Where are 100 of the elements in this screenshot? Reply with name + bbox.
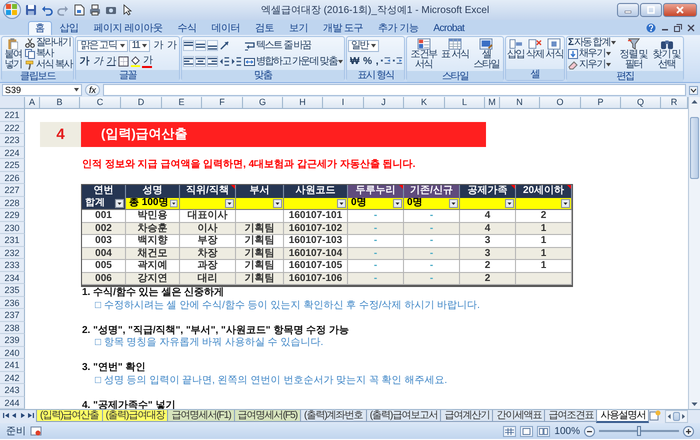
normal-view-button[interactable] (503, 426, 516, 436)
scroll-left-icon[interactable] (666, 412, 674, 421)
font-name-field[interactable]: 맑은 고딕 (77, 40, 128, 52)
sheet-tab[interactable]: 사용설명서 (596, 410, 650, 423)
filter-dropdown-button[interactable] (393, 198, 402, 208)
clear-button[interactable]: 지우기 (568, 60, 616, 70)
row-header[interactable]: 238 (0, 322, 25, 334)
zoom-out-button[interactable] (584, 426, 595, 436)
scrollbar-thumb[interactable] (690, 117, 699, 179)
row-header[interactable]: 234 (0, 272, 25, 284)
row-header[interactable]: 236 (0, 296, 25, 309)
column-header[interactable]: F (202, 97, 243, 109)
insert-sheet-icon[interactable] (649, 410, 662, 421)
ribbon-tab[interactable]: 검토 (248, 21, 281, 35)
column-header[interactable]: P (581, 97, 621, 109)
scroll-right-icon[interactable] (680, 412, 687, 421)
scrollbar-thumb[interactable] (673, 412, 680, 421)
row-header[interactable]: 223 (0, 134, 25, 146)
ribbon-tab[interactable]: 보기 (282, 21, 315, 35)
row-header[interactable]: 244 (0, 396, 25, 409)
number-format-button[interactable]: ₩ (348, 55, 360, 68)
font-size-field[interactable]: 11 (128, 40, 150, 52)
ribbon-tab[interactable]: 수식 (170, 21, 204, 35)
column-header[interactable]: E (162, 97, 202, 109)
sheet-tab[interactable]: 급여명세서(F1) (167, 410, 235, 422)
border-icon[interactable] (118, 56, 130, 67)
vertical-scrollbar[interactable] (688, 97, 700, 409)
number-format-field[interactable]: 일반 (348, 40, 380, 52)
autosum-button[interactable]: Σ자동 합계 (568, 38, 616, 48)
filter-dropdown-button[interactable] (225, 198, 234, 208)
cells-button[interactable]: 삭제 (526, 38, 544, 60)
column-header[interactable]: C (80, 97, 121, 109)
help-icon[interactable] (646, 23, 656, 33)
column-header[interactable]: M (485, 97, 500, 109)
italic-button[interactable]: 가 (90, 55, 104, 68)
row-header[interactable]: 240 (0, 346, 25, 359)
filter-dropdown-button[interactable] (561, 198, 570, 208)
wrap-text-button[interactable]: 텍스트 줄 바꿈 (244, 38, 344, 53)
previous-sheet-icon[interactable] (11, 412, 18, 419)
filter-dropdown-button[interactable] (449, 198, 458, 208)
copy-button[interactable]: 복사 (25, 49, 72, 59)
undo-icon[interactable] (41, 4, 53, 16)
number-format-button[interactable]: % (361, 55, 373, 68)
cut-button[interactable]: 잘라내기 (25, 38, 72, 48)
fill-button[interactable]: 채우기 (568, 49, 616, 59)
row-header[interactable]: 243 (0, 384, 25, 396)
maximize-button[interactable] (640, 3, 662, 17)
printer-icon[interactable] (89, 4, 101, 16)
column-header[interactable]: J (364, 97, 404, 109)
shrink-font-button[interactable]: 가 (165, 39, 178, 52)
document-icon[interactable] (73, 4, 85, 16)
save-icon[interactable] (25, 4, 37, 16)
ribbon-tab[interactable]: 추가 기능 (371, 21, 426, 35)
horizontal-scrollbar[interactable] (665, 410, 688, 423)
row-header[interactable]: 232 (0, 246, 25, 259)
style-button[interactable]: 셀 스타일 (470, 38, 502, 70)
column-header[interactable]: N (500, 97, 540, 109)
row-header[interactable]: 221 (0, 109, 25, 122)
column-header[interactable]: Q (621, 97, 661, 109)
filter-dropdown-button[interactable] (273, 198, 282, 208)
row-header[interactable]: 239 (0, 334, 25, 346)
sheet-tab[interactable]: 급여계산기 (440, 410, 494, 422)
restore-icon[interactable] (674, 24, 682, 32)
sheet-tab[interactable]: (출력)급여보고서 (366, 410, 442, 422)
slider-thumb[interactable] (637, 426, 641, 436)
zoom-in-button[interactable] (683, 426, 694, 436)
merge-center-button[interactable]: 병합하고 가운데 맞춤 (244, 54, 344, 69)
number-format-button[interactable]: , (374, 55, 380, 68)
column-header[interactable]: B (40, 97, 80, 109)
decrease-indent-icon[interactable] (218, 56, 230, 67)
sheet-tab[interactable]: (출력)급여대장 (102, 410, 168, 422)
filter-dropdown-button[interactable] (115, 198, 124, 208)
column-header[interactable]: D (121, 97, 162, 109)
office-button[interactable] (3, 1, 21, 19)
row-header[interactable]: 233 (0, 259, 25, 272)
row-header[interactable]: 222 (0, 122, 25, 134)
first-sheet-icon[interactable] (3, 412, 10, 419)
ribbon-tab[interactable]: 개발 도구 (316, 21, 370, 35)
row-header[interactable]: 237 (0, 309, 25, 322)
row-header[interactable]: 242 (0, 372, 25, 384)
cells-button[interactable]: 서식 (546, 38, 564, 60)
column-header[interactable]: L (445, 97, 485, 109)
column-header[interactable]: K (404, 97, 445, 109)
formula-input[interactable] (103, 84, 686, 96)
filter-dropdown-button[interactable] (170, 198, 178, 208)
last-sheet-icon[interactable] (27, 412, 34, 419)
column-header[interactable]: R (661, 97, 688, 109)
sheet-tab[interactable]: 간이세액표 (492, 410, 546, 422)
row-header[interactable]: 235 (0, 284, 25, 296)
find-select-button[interactable]: 찾기 및 선택 (651, 38, 682, 70)
row-header[interactable]: 230 (0, 222, 25, 234)
sheet-tab[interactable]: (출력)계좌번호 (300, 410, 367, 422)
page-break-preview-button[interactable] (537, 426, 550, 436)
cells-button[interactable]: 삽입 (506, 38, 524, 60)
filter-dropdown-button[interactable] (505, 198, 514, 208)
close-button[interactable] (663, 3, 697, 17)
row-header[interactable]: 228 (0, 196, 25, 209)
close-icon[interactable] (687, 24, 695, 32)
ribbon-tab[interactable]: 페이지 레이아웃 (86, 21, 170, 35)
style-button[interactable]: 조건부 서식 (408, 38, 440, 70)
